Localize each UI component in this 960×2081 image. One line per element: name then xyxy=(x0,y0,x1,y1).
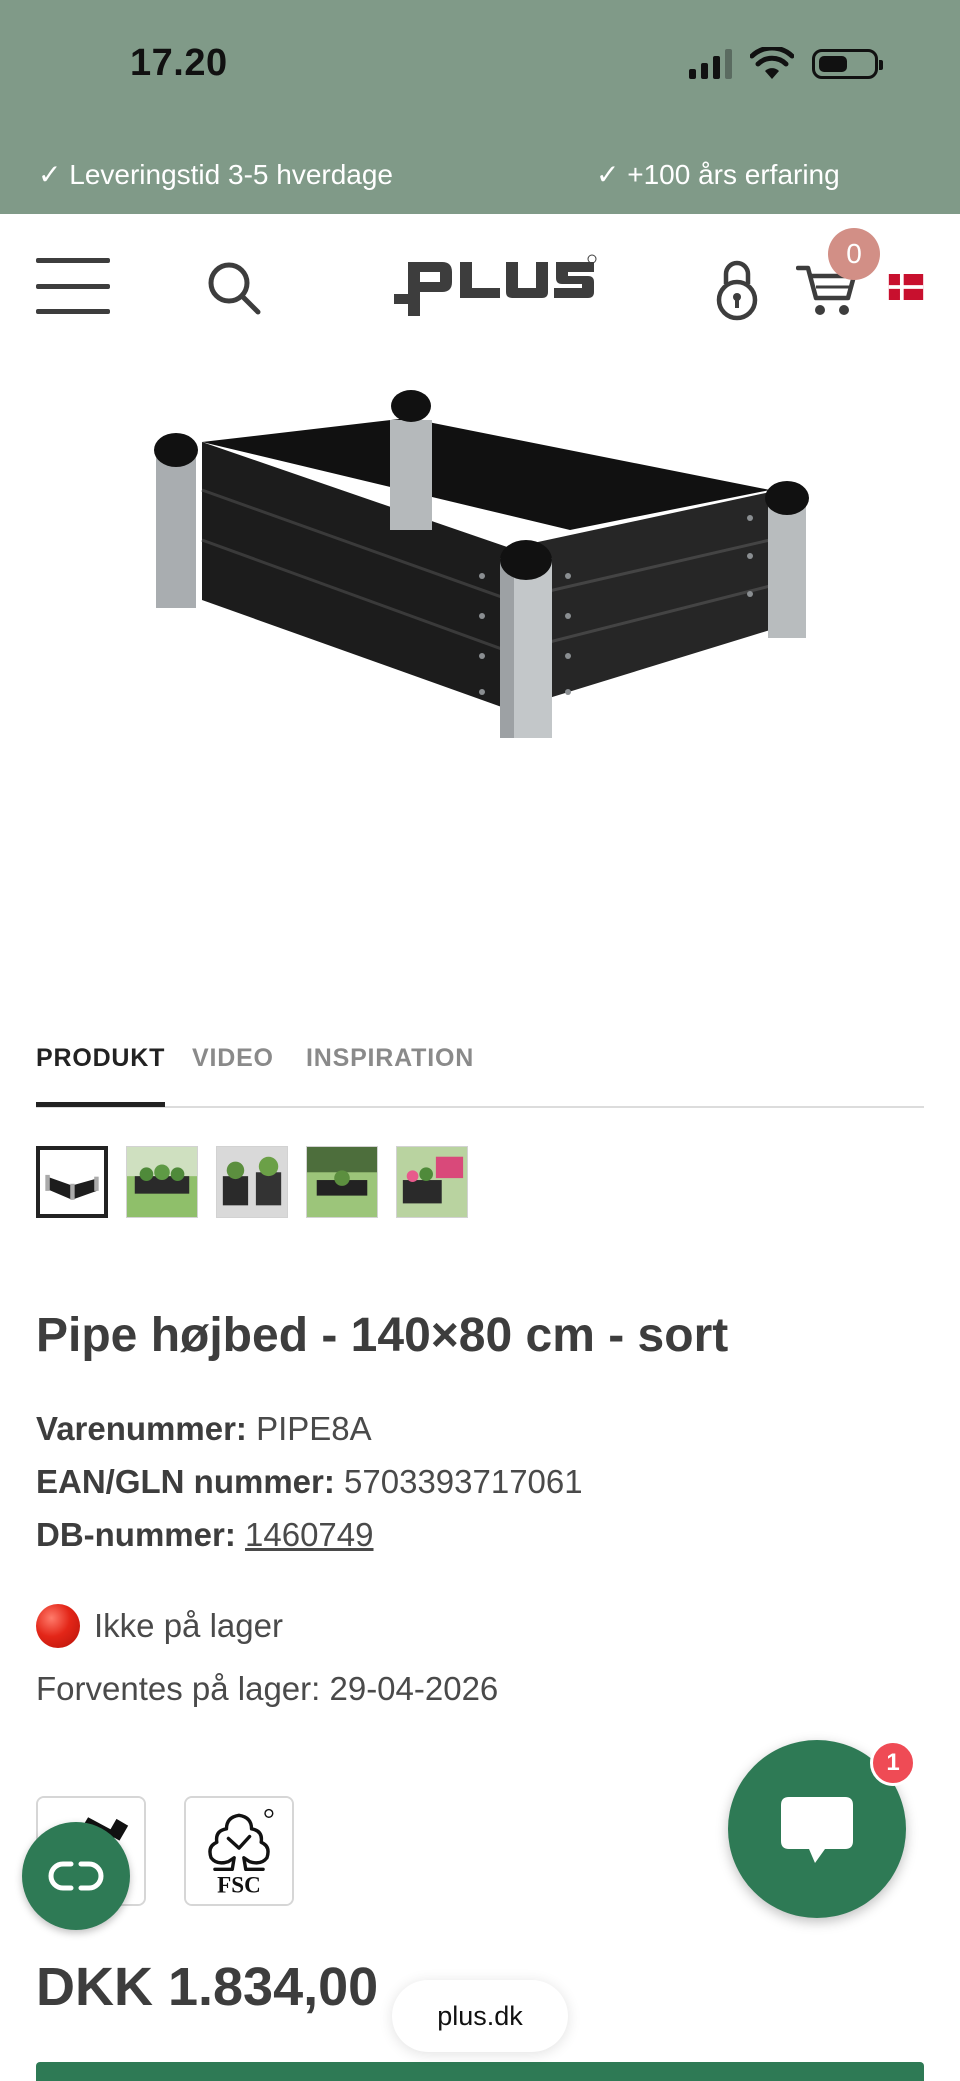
usp-experience: ✓ +100 års erfaring xyxy=(596,159,840,190)
cart-count-badge[interactable]: 0 xyxy=(828,228,880,280)
usp-delivery-time: ✓ Leveringstid 3-5 hverdage xyxy=(38,159,394,190)
db-number-label: DB-nummer: xyxy=(36,1516,236,1553)
chat-bubble-icon xyxy=(781,1797,853,1863)
accessibility-link-icon xyxy=(48,1861,104,1891)
chat-unread-badge: 1 xyxy=(870,1740,916,1786)
fsc-tree-icon: FSC xyxy=(186,1798,292,1904)
danish-flag-icon[interactable] xyxy=(888,274,924,300)
thumbnail-5[interactable] xyxy=(396,1146,468,1218)
item-number-value: PIPE8A xyxy=(256,1410,372,1447)
browser-url-pill[interactable]: plus.dk xyxy=(392,1980,568,2052)
product-tabs: PRODUKT VIDEO INSPIRATION xyxy=(36,1034,924,1108)
tab-inspiration[interactable]: INSPIRATION xyxy=(306,1044,474,1097)
status-icons xyxy=(689,44,883,84)
menu-icon[interactable] xyxy=(36,258,110,314)
tab-produkt[interactable]: PRODUKT xyxy=(36,1044,166,1107)
thumbnail-3[interactable] xyxy=(216,1146,288,1218)
accessibility-button[interactable] xyxy=(22,1822,130,1930)
site-header: 0 xyxy=(0,214,960,354)
battery-icon xyxy=(812,49,883,79)
stock-status-text: Ikke på lager xyxy=(94,1607,283,1644)
thumbnail-1[interactable] xyxy=(36,1146,108,1218)
fsc-badge[interactable]: FSC xyxy=(184,1796,294,1906)
expected-stock-date: Forventes på lager: 29-04-2026 xyxy=(36,1670,499,1707)
thumbnail-strip xyxy=(36,1146,468,1220)
product-image[interactable] xyxy=(150,380,810,770)
product-price: DKK 1.834,00 xyxy=(36,1957,379,2017)
out-of-stock-icon xyxy=(36,1604,80,1648)
db-number-link[interactable]: 1460749 xyxy=(245,1516,373,1553)
db-number-row: DB-nummer: 1460749 xyxy=(36,1516,374,1554)
cellular-signal-icon xyxy=(689,49,732,79)
ean-value: 5703393717061 xyxy=(344,1463,583,1500)
status-time: 17.20 xyxy=(130,42,228,84)
thumbnail-2[interactable] xyxy=(126,1146,198,1218)
tab-video[interactable]: VIDEO xyxy=(192,1044,274,1097)
add-to-cart-button[interactable] xyxy=(36,2062,924,2081)
status-bar: 17.20 xyxy=(0,0,960,140)
stock-status: Ikke på lager xyxy=(36,1604,283,1648)
search-icon[interactable] xyxy=(204,258,264,318)
plus-logo[interactable] xyxy=(390,254,600,324)
account-lock-icon[interactable] xyxy=(712,256,762,322)
ean-row: EAN/GLN nummer: 5703393717061 xyxy=(36,1463,583,1501)
thumbnail-4[interactable] xyxy=(306,1146,378,1218)
fsc-label: FSC xyxy=(217,1872,261,1898)
wifi-icon xyxy=(750,47,794,79)
item-number-row: Varenummer: PIPE8A xyxy=(36,1410,372,1448)
product-title: Pipe højbed - 140×80 cm - sort xyxy=(36,1309,729,1362)
usp-bar: ✓ Leveringstid 3-5 hverdage ✓ +100 års e… xyxy=(0,140,960,214)
ean-label: EAN/GLN nummer: xyxy=(36,1463,335,1500)
item-number-label: Varenummer: xyxy=(36,1410,247,1447)
